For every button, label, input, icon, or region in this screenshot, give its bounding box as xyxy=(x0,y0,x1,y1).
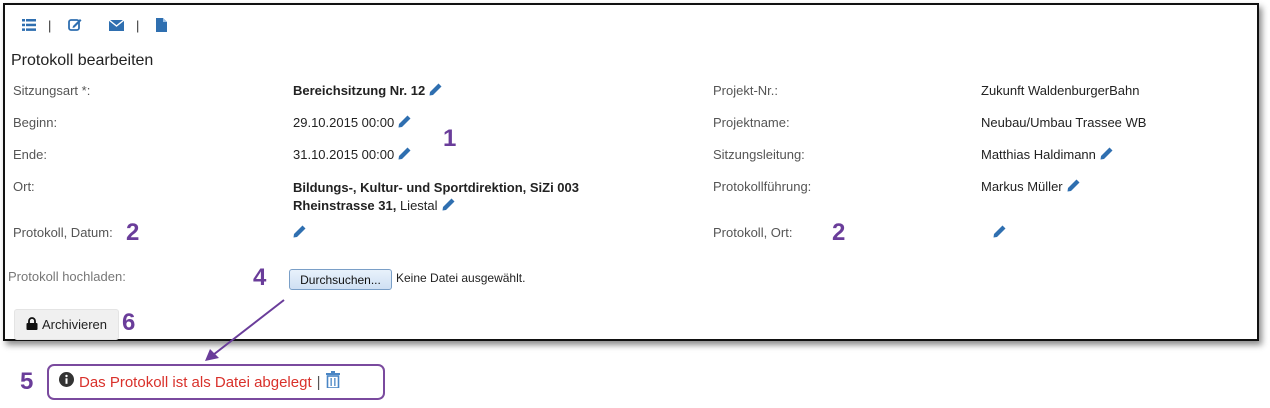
info-separator: | xyxy=(316,373,321,391)
info-message: Das Protokoll ist als Datei abgelegt xyxy=(79,373,312,391)
annotation-number-5: 5 xyxy=(20,368,34,395)
annotation-arrow xyxy=(205,299,285,361)
info-message-box: Das Protokoll ist als Datei abgelegt | xyxy=(47,364,385,400)
info-icon xyxy=(59,372,74,392)
trash-icon[interactable] xyxy=(325,371,340,393)
